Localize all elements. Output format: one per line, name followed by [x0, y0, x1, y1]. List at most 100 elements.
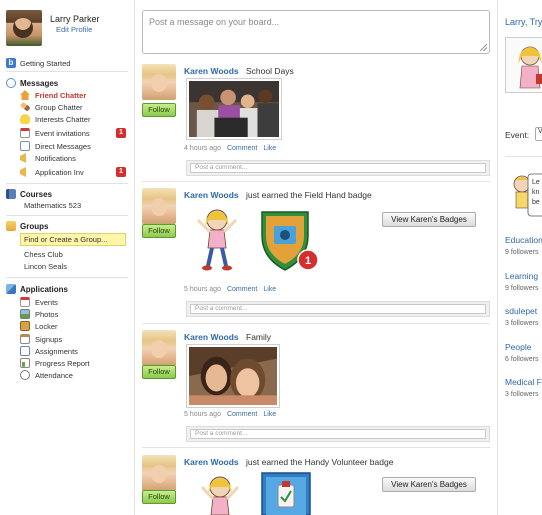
- event-filter-label: Event:: [505, 130, 530, 140]
- sidebar-item-group-chatter[interactable]: Group Chatter: [20, 101, 83, 113]
- comment-input[interactable]: Post a comment...: [190, 304, 486, 314]
- author-name-link[interactable]: Karen Woods: [184, 457, 239, 467]
- messages-title: Messages: [20, 78, 59, 88]
- author-avatar[interactable]: [142, 188, 176, 224]
- app-item-locker[interactable]: Locker: [20, 320, 58, 332]
- comment-box: Post a comment...: [186, 160, 490, 176]
- profile-name: Larry Parker: [50, 14, 100, 24]
- app-item-photos[interactable]: Photos: [20, 308, 58, 320]
- assignments-icon: [20, 346, 30, 356]
- sidebar-item-notifications[interactable]: Notifications: [20, 152, 76, 164]
- app-item-label: Assignments: [35, 346, 78, 356]
- comment-input[interactable]: Post a comment...: [190, 429, 486, 439]
- sidebar-item-event-invitations[interactable]: Event invitations: [20, 127, 90, 139]
- app-item-progress-report[interactable]: Progress Report: [20, 357, 90, 369]
- author-name-link[interactable]: Karen Woods: [184, 66, 239, 76]
- app-item-label: Events: [35, 297, 58, 307]
- speech-line-3: be: [532, 199, 540, 206]
- groups-title: Groups: [20, 221, 49, 231]
- course-item-mathematics-523[interactable]: Mathematics 523: [24, 201, 81, 210]
- report-icon: [20, 358, 30, 368]
- resize-grip-icon[interactable]: [480, 44, 487, 51]
- author-avatar[interactable]: [142, 330, 176, 366]
- group-link-medical[interactable]: Medical F: [505, 377, 542, 387]
- group-followers-count: 3 followers: [505, 391, 539, 398]
- find-or-create-group-button[interactable]: Find or Create a Group...: [20, 233, 126, 246]
- cartoon-boy-speech-icon: Le kn be: [513, 173, 542, 217]
- post-timestamp: 5 hours ago: [184, 286, 221, 293]
- comment-input[interactable]: Post a comment...: [190, 163, 486, 173]
- group-link-sdulepet[interactable]: sdulepet: [505, 306, 537, 316]
- groups-icon: [6, 221, 16, 231]
- cartoon-girl-icon: [506, 38, 542, 92]
- feed-post: Follow Karen Woods just earned the Handy…: [142, 455, 490, 515]
- group-link-people[interactable]: People: [505, 342, 531, 352]
- courses-section-header[interactable]: Courses: [6, 188, 52, 200]
- group-item-chess-club[interactable]: Chess Club: [24, 250, 63, 259]
- view-badges-button[interactable]: View Karen's Badges: [382, 477, 476, 492]
- group-promo-image: Le kn be: [512, 170, 542, 220]
- sidebar-item-application-inv[interactable]: Application Inv: [20, 166, 84, 178]
- promo-thumbnail[interactable]: [505, 37, 542, 93]
- comment-link[interactable]: Comment: [227, 411, 257, 418]
- messages-icon: [6, 78, 16, 88]
- group-link-education[interactable]: Education: [505, 235, 542, 245]
- author-name-link[interactable]: Karen Woods: [184, 332, 239, 342]
- megaphone-icon: [20, 153, 26, 163]
- post-timestamp: 5 hours ago: [184, 411, 221, 418]
- event-filter-select[interactable]: V: [535, 127, 542, 141]
- speech-line-1: Le: [532, 179, 540, 186]
- app-item-assignments[interactable]: Assignments: [20, 345, 78, 357]
- post-meta: 5 hours ago Comment Like: [184, 286, 276, 293]
- post-photo[interactable]: [186, 344, 280, 408]
- attendance-icon: [20, 370, 30, 380]
- follow-button[interactable]: Follow: [142, 365, 176, 379]
- sidebar-item-friend-chatter[interactable]: Friend Chatter: [20, 89, 86, 101]
- groups-section-header[interactable]: Groups: [6, 220, 48, 232]
- group-link-learning[interactable]: Learning: [505, 271, 538, 281]
- getting-started-item[interactable]: b Getting Started: [6, 57, 70, 69]
- group-followers-count: 9 followers: [505, 249, 539, 256]
- megaphone-icon: [20, 167, 26, 177]
- envelope-icon: [20, 141, 30, 151]
- follow-button[interactable]: Follow: [142, 490, 176, 504]
- view-badges-button[interactable]: View Karen's Badges: [382, 212, 476, 227]
- author-name-link[interactable]: Karen Woods: [184, 190, 239, 200]
- right-column-separator: [497, 0, 498, 515]
- app-item-events[interactable]: Events: [20, 296, 58, 308]
- left-sidebar: Larry Parker Edit Profile b Getting Star…: [0, 0, 134, 515]
- group-item-lincon-seals[interactable]: Lincon Seals: [24, 262, 67, 271]
- field-hand-shield-icon: 1: [261, 211, 319, 271]
- author-avatar[interactable]: [142, 64, 176, 100]
- application-inv-count-badge: 1: [116, 167, 126, 177]
- feed-divider: [142, 323, 490, 324]
- applications-section-header[interactable]: Applications: [6, 283, 68, 295]
- comment-link[interactable]: Comment: [227, 145, 257, 152]
- like-link[interactable]: Like: [263, 145, 276, 152]
- post-photo[interactable]: [186, 78, 282, 140]
- app-item-attendance[interactable]: Attendance: [20, 369, 73, 381]
- sidebar-item-interests-chatter[interactable]: Interests Chatter: [20, 113, 90, 125]
- app-item-signups[interactable]: Signups: [20, 333, 62, 345]
- feed-post: Follow Karen Woods just earned the Field…: [142, 188, 490, 318]
- comment-box: Post a comment...: [186, 301, 490, 317]
- profile-avatar[interactable]: [6, 10, 42, 46]
- sidebar-divider: [6, 183, 128, 184]
- students-photo: [189, 81, 279, 137]
- cartoon-girl-badge-icon: [200, 476, 240, 515]
- follow-button[interactable]: Follow: [142, 224, 176, 238]
- follow-button[interactable]: Follow: [142, 103, 176, 117]
- edit-profile-link[interactable]: Edit Profile: [56, 25, 92, 34]
- applications-title: Applications: [20, 284, 69, 294]
- post-message-input[interactable]: Post a message on your board...: [142, 10, 490, 54]
- app-item-label: Photos: [35, 309, 59, 319]
- like-link[interactable]: Like: [263, 411, 276, 418]
- group-icon: [20, 102, 30, 112]
- right-promo-link[interactable]: Larry, Try: [505, 17, 542, 27]
- comment-link[interactable]: Comment: [227, 286, 257, 293]
- like-link[interactable]: Like: [263, 286, 276, 293]
- messages-section-header[interactable]: Messages: [6, 77, 58, 89]
- author-avatar[interactable]: [142, 455, 176, 491]
- sidebar-item-direct-messages[interactable]: Direct Messages: [20, 140, 91, 152]
- app-item-label: Attendance: [35, 370, 73, 380]
